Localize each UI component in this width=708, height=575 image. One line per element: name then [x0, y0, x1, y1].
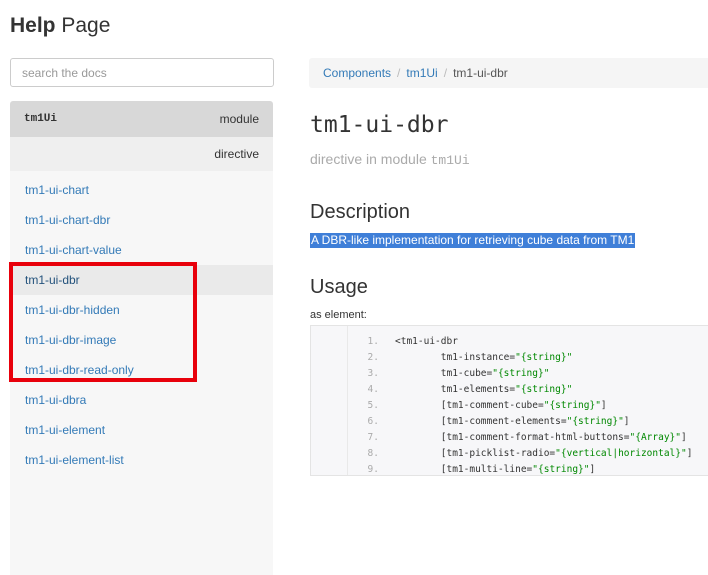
usage-heading: Usage [310, 276, 368, 298]
code-line: 6. [tm1-comment-elements="{string}"] [347, 414, 692, 430]
breadcrumb: Components / tm1Ui / tm1-ui-dbr [309, 58, 708, 88]
code-token: ] [600, 400, 607, 411]
directive-subtitle: directive in module tm1Ui [310, 151, 470, 168]
breadcrumb-separator: / [443, 66, 448, 80]
code-string: "{string}" [532, 464, 590, 475]
sidebar: tm1Ui module directive tm1-ui-chart tm1-u… [10, 101, 273, 575]
code-token: [tm1-multi-line= [395, 464, 533, 475]
sidebar-item-tm1-ui-dbr-hidden[interactable]: tm1-ui-dbr-hidden [10, 295, 273, 325]
code-string: "{string}" [566, 416, 624, 427]
breadcrumb-separator: / [397, 66, 401, 80]
line-number: 4. [367, 384, 379, 395]
code-token: ] [623, 416, 630, 427]
sidebar-item-tm1-ui-element-list[interactable]: tm1-ui-element-list [10, 445, 273, 475]
code-token: [tm1-comment-cube= [395, 400, 544, 411]
sidebar-item-tm1-ui-dbr[interactable]: tm1-ui-dbr [10, 265, 273, 295]
sidebar-item-list: tm1-ui-chart tm1-ui-chart-dbr tm1-ui-chart… [10, 171, 273, 575]
code-token: tm1-cube= [395, 368, 493, 379]
page-title-bold: Help [10, 14, 56, 37]
sidebar-item-tm1-ui-dbr-image[interactable]: tm1-ui-dbr-image [10, 325, 273, 355]
code-block: 1. <tm1-ui-dbr 2. tm1-instance="{string}" 3… [310, 325, 708, 476]
sidebar-module-header[interactable]: tm1Ui module [10, 101, 273, 137]
code-token: tm1-instance= [395, 352, 516, 363]
sidebar-item-tm1-ui-dbra[interactable]: tm1-ui-dbra [10, 385, 273, 415]
code-line: 3. tm1-cube="{string}" [347, 366, 692, 382]
line-number: 3. [367, 368, 379, 379]
line-number: 5. [367, 400, 379, 411]
line-number: 9. [367, 464, 379, 475]
description-text: A DBR-like implementation for retrieving… [310, 233, 636, 248]
code-string: "{string}" [515, 384, 573, 395]
code-line: 1. <tm1-ui-dbr [347, 334, 692, 350]
breadcrumb-module[interactable]: tm1Ui [406, 66, 437, 80]
code-string: "{string}" [492, 368, 550, 379]
sidebar-section-header: directive [10, 137, 273, 171]
description-heading: Description [310, 201, 411, 223]
subtitle-prefix: directive in module [310, 151, 431, 167]
code-token: [tm1-picklist-radio= [395, 448, 556, 459]
code-line: 5. [tm1-comment-cube="{string}"] [347, 398, 692, 414]
code-token: ] [589, 464, 596, 475]
code-line: 9. [tm1-multi-line="{string}"] [347, 462, 692, 475]
code-token: <tm1-ui-dbr [395, 336, 458, 347]
module-name: tm1Ui [24, 113, 58, 125]
line-number: 1. [367, 336, 379, 347]
code-line: 8. [tm1-picklist-radio="{vertical|horizo… [347, 446, 693, 462]
as-element-label: as element: [310, 309, 367, 321]
sidebar-item-tm1-ui-chart-value[interactable]: tm1-ui-chart-value [10, 235, 273, 265]
sidebar-item-tm1-ui-element[interactable]: tm1-ui-element [10, 415, 273, 445]
subtitle-module: tm1Ui [430, 153, 470, 168]
line-number: 2. [367, 352, 379, 363]
code-token: ] [680, 432, 687, 443]
breadcrumb-components[interactable]: Components [323, 66, 391, 80]
breadcrumb-current: tm1-ui-dbr [453, 66, 508, 80]
page-title: Help Page [10, 14, 110, 38]
code-string: "{string}" [543, 400, 601, 411]
search-input[interactable] [10, 58, 274, 87]
code-line: 2. tm1-instance="{string}" [347, 350, 692, 366]
code-token: [tm1-comment-format-html-buttons= [395, 432, 630, 443]
code-line: 4. tm1-elements="{string}" [347, 382, 692, 398]
directive-title: tm1-ui-dbr [310, 112, 449, 138]
line-number: 6. [367, 416, 379, 427]
sidebar-item-tm1-ui-dbr-read-only[interactable]: tm1-ui-dbr-read-only [10, 355, 273, 385]
page-title-rest: Page [55, 14, 111, 37]
line-number: 8. [367, 448, 379, 459]
code-string: "{Array}" [629, 432, 681, 443]
line-number: 7. [367, 432, 379, 443]
code-string: "{vertical|horizontal}" [555, 448, 687, 459]
code-gutter [311, 326, 348, 475]
code-token: tm1-elements= [395, 384, 516, 395]
sidebar-item-tm1-ui-chart[interactable]: tm1-ui-chart [10, 175, 273, 205]
sidebar-item-tm1-ui-chart-dbr[interactable]: tm1-ui-chart-dbr [10, 205, 273, 235]
code-token: [tm1-comment-elements= [395, 416, 567, 427]
code-string: "{string}" [515, 352, 573, 363]
code-line: 7. [tm1-comment-format-html-buttons="{Ar… [347, 430, 692, 446]
code-lines: 1. <tm1-ui-dbr 2. tm1-instance="{string}" 3… [347, 334, 693, 475]
section-label: directive [214, 147, 259, 161]
module-type-label: module [219, 112, 259, 126]
code-token: ] [686, 448, 693, 459]
